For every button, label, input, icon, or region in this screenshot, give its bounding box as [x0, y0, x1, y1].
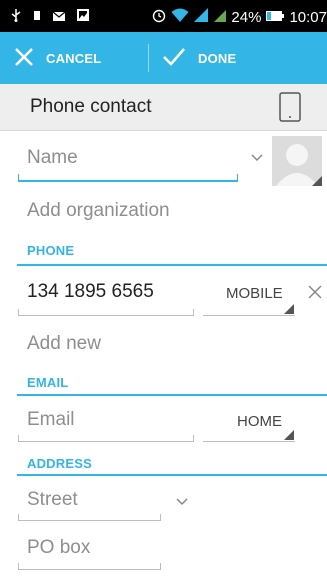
address-section-divider [17, 474, 327, 476]
email-type-spinner[interactable]: HOME [237, 413, 282, 430]
done-label: DONE [198, 50, 237, 66]
signal-icon [193, 7, 209, 27]
phone-number-field[interactable]: 134 1895 6565 [27, 281, 154, 303]
notification-icons [10, 8, 90, 27]
phone-underline [18, 315, 194, 316]
expand-name-icon[interactable] [250, 150, 264, 168]
remove-phone-icon[interactable] [308, 285, 322, 304]
email-tick-right [193, 435, 194, 441]
email-underline [18, 441, 194, 442]
battery-icon [265, 9, 285, 26]
phone-type-underline [203, 315, 295, 316]
sim-icon [32, 8, 42, 27]
name-tick-right [237, 174, 238, 181]
po-box-underline [18, 569, 161, 570]
email-section-label: EMAIL [27, 375, 69, 390]
email-tick-left [18, 435, 19, 441]
account-type-label: Phone contact [30, 96, 152, 117]
name-tick-left [18, 174, 19, 181]
phone-section-label: PHONE [27, 243, 75, 258]
action-divider [148, 44, 149, 72]
account-header: Phone contact [0, 84, 327, 131]
phone-device-icon [279, 92, 301, 127]
street-field[interactable]: Street [27, 489, 78, 511]
cancel-button[interactable]: CANCEL [14, 32, 101, 84]
system-icons: 24% 10:07 [151, 7, 327, 27]
wifi-icon [171, 7, 189, 27]
clock: 10:07 [289, 8, 327, 26]
contact-photo-avatar[interactable] [272, 136, 322, 191]
status-bar: 24% 10:07 [0, 0, 327, 32]
phone-tick-left [18, 309, 19, 315]
name-underline [18, 180, 238, 182]
phone-section-divider [17, 264, 327, 266]
phone-type-dropdown-indicator [284, 304, 294, 314]
add-new-phone-link[interactable]: Add new [27, 333, 101, 355]
action-bar: CANCEL DONE [0, 32, 327, 84]
close-icon [14, 47, 34, 70]
battery-percent: 24% [231, 8, 262, 26]
phone-tick-right [193, 309, 194, 315]
email-type-underline [203, 441, 295, 442]
po-box-field[interactable]: PO box [27, 537, 90, 559]
done-button[interactable]: DONE [162, 32, 236, 84]
alarm-icon [151, 7, 167, 27]
street-underline [18, 520, 161, 521]
name-field[interactable]: Name [27, 147, 78, 169]
signal-2-icon [213, 7, 227, 27]
email-type-dropdown-indicator [284, 430, 294, 440]
add-organization-link[interactable]: Add organization [27, 200, 170, 222]
mail-icon [52, 9, 66, 27]
email-section-divider [17, 394, 327, 396]
phone-type-spinner[interactable]: MOBILE [226, 285, 283, 302]
po-box-tick-left [18, 563, 19, 569]
email-field[interactable]: Email [27, 409, 75, 431]
expand-address-icon[interactable] [175, 494, 189, 512]
gallery-icon [76, 8, 90, 27]
street-tick-right [160, 514, 161, 520]
address-section-label: ADDRESS [27, 456, 92, 471]
po-box-tick-right [160, 563, 161, 569]
check-icon [162, 47, 186, 70]
street-tick-left [18, 514, 19, 520]
cancel-label: CANCEL [46, 50, 102, 66]
usb-icon [10, 8, 22, 27]
